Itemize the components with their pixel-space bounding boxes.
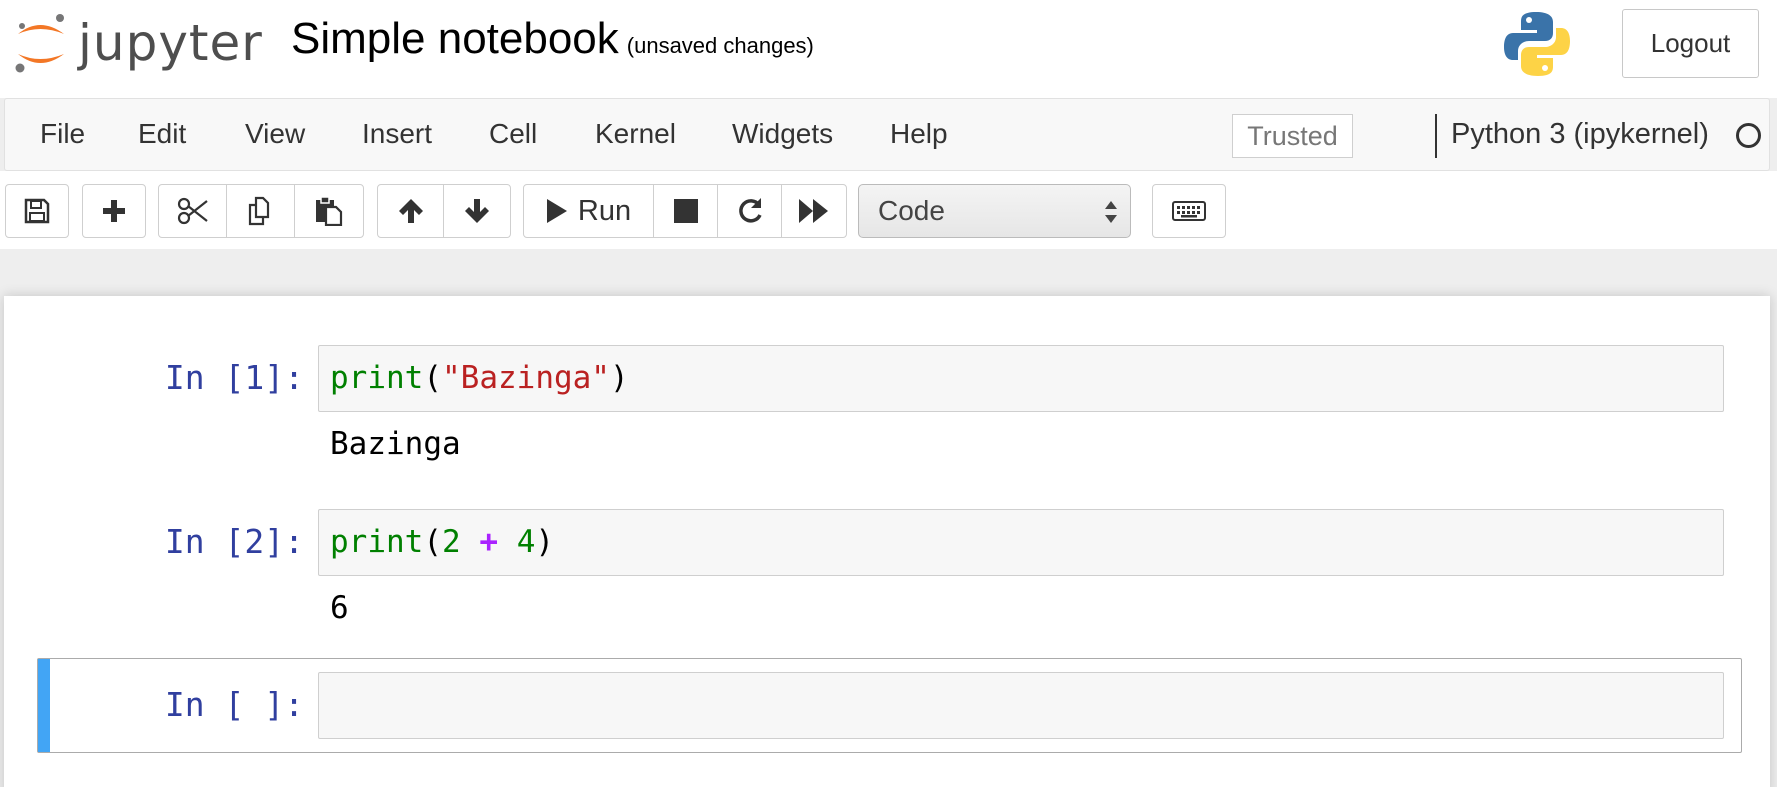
interrupt-kernel-button[interactable]	[654, 185, 718, 237]
command-palette-button[interactable]	[1153, 185, 1225, 237]
plus-icon	[103, 200, 125, 222]
paste-icon	[316, 196, 343, 226]
cell-2-code: print(2 + 4)	[330, 524, 554, 560]
stop-icon	[673, 199, 698, 223]
code-token: "Bazinga"	[442, 360, 610, 396]
arrow-up-icon	[398, 199, 423, 223]
menubar: File Edit View Insert Cell Kernel Widget…	[4, 98, 1770, 171]
code-token: (	[423, 360, 442, 396]
cut-button[interactable]	[159, 185, 227, 237]
code-token: print	[330, 524, 424, 560]
restart-run-all-button[interactable]	[782, 185, 846, 237]
save-icon	[24, 198, 50, 224]
menu-file[interactable]: File	[40, 118, 85, 150]
logout-button[interactable]: Logout	[1622, 9, 1759, 78]
cell-2-output: 6	[330, 590, 349, 626]
menu-cell[interactable]: Cell	[489, 118, 537, 150]
menu-help[interactable]: Help	[890, 118, 948, 150]
cell-1-output: Bazinga	[330, 426, 461, 462]
code-token: +	[479, 524, 499, 560]
restart-kernel-button[interactable]	[718, 185, 782, 237]
cell-1-code: print("Bazinga")	[330, 360, 629, 396]
cell-3-prompt: In [ ]:	[164, 685, 304, 724]
kernel-idle-icon	[1736, 123, 1761, 148]
cell-2-prompt: In [2]:	[164, 522, 304, 561]
notebook-container: In [1]: print("Bazinga") Bazinga In [2]:…	[4, 296, 1770, 787]
header: jupyter Simple notebook (unsaved changes)…	[0, 0, 1777, 98]
menu-insert[interactable]: Insert	[362, 118, 432, 150]
code-token: 2	[442, 524, 461, 560]
run-label: Run	[577, 194, 632, 227]
code-token: print	[330, 360, 424, 396]
restart-icon	[738, 198, 762, 223]
autosave-status: (unsaved changes)	[626, 33, 814, 58]
code-token: )	[535, 524, 555, 560]
copy-button[interactable]	[227, 185, 295, 237]
jupyter-logo-icon	[15, 14, 64, 73]
cut-icon	[177, 197, 208, 225]
play-icon	[546, 199, 567, 223]
cell-2-input[interactable]: print(2 + 4)	[318, 509, 1724, 576]
jupyter-logo[interactable]: jupyter	[12, 10, 262, 76]
notebook-name[interactable]: Simple notebook	[291, 14, 619, 63]
paste-button[interactable]	[295, 185, 363, 237]
code-token: (	[423, 524, 442, 560]
code-token: )	[609, 360, 629, 396]
cell-1-prompt: In [1]:	[164, 358, 304, 397]
copy-icon	[248, 196, 269, 226]
toolbar-group-shortcuts	[1152, 184, 1226, 238]
fast-forward-icon	[799, 199, 828, 223]
menu-view[interactable]: View	[245, 118, 305, 150]
toolbar-group-run: Run	[523, 184, 847, 238]
kernel-divider	[1435, 114, 1437, 158]
move-up-button[interactable]	[378, 185, 444, 237]
arrow-down-icon	[465, 199, 489, 223]
trusted-indicator[interactable]: Trusted	[1232, 114, 1353, 158]
toolbar-group-move	[377, 184, 511, 238]
logo-text: jupyter	[78, 14, 263, 72]
cell-type-value: Code	[878, 195, 945, 226]
menu-widgets[interactable]: Widgets	[732, 118, 833, 150]
toolbar: Run Code	[0, 171, 1777, 249]
toolbar-group-save	[5, 184, 69, 238]
code-token: 4	[516, 524, 536, 560]
run-button[interactable]: Run	[524, 185, 654, 237]
notebook-title[interactable]: Simple notebook (unsaved changes)	[291, 14, 814, 64]
menu-edit[interactable]: Edit	[138, 118, 186, 150]
insert-cell-button[interactable]	[83, 185, 145, 237]
menu-kernel[interactable]: Kernel	[595, 118, 676, 150]
kernel-name: Python 3 (ipykernel)	[1451, 118, 1709, 150]
python-logo-icon	[1504, 12, 1570, 76]
keyboard-icon	[1172, 201, 1206, 221]
select-arrows-icon	[1105, 201, 1117, 223]
toolbar-group-edit	[158, 184, 364, 238]
cell-3-input[interactable]	[318, 672, 1724, 739]
move-down-button[interactable]	[444, 185, 510, 237]
toolbar-group-insert	[82, 184, 146, 238]
cell-1-input[interactable]: print("Bazinga")	[318, 345, 1724, 412]
cell-type-select[interactable]: Code	[858, 184, 1131, 238]
save-button[interactable]	[6, 185, 68, 237]
